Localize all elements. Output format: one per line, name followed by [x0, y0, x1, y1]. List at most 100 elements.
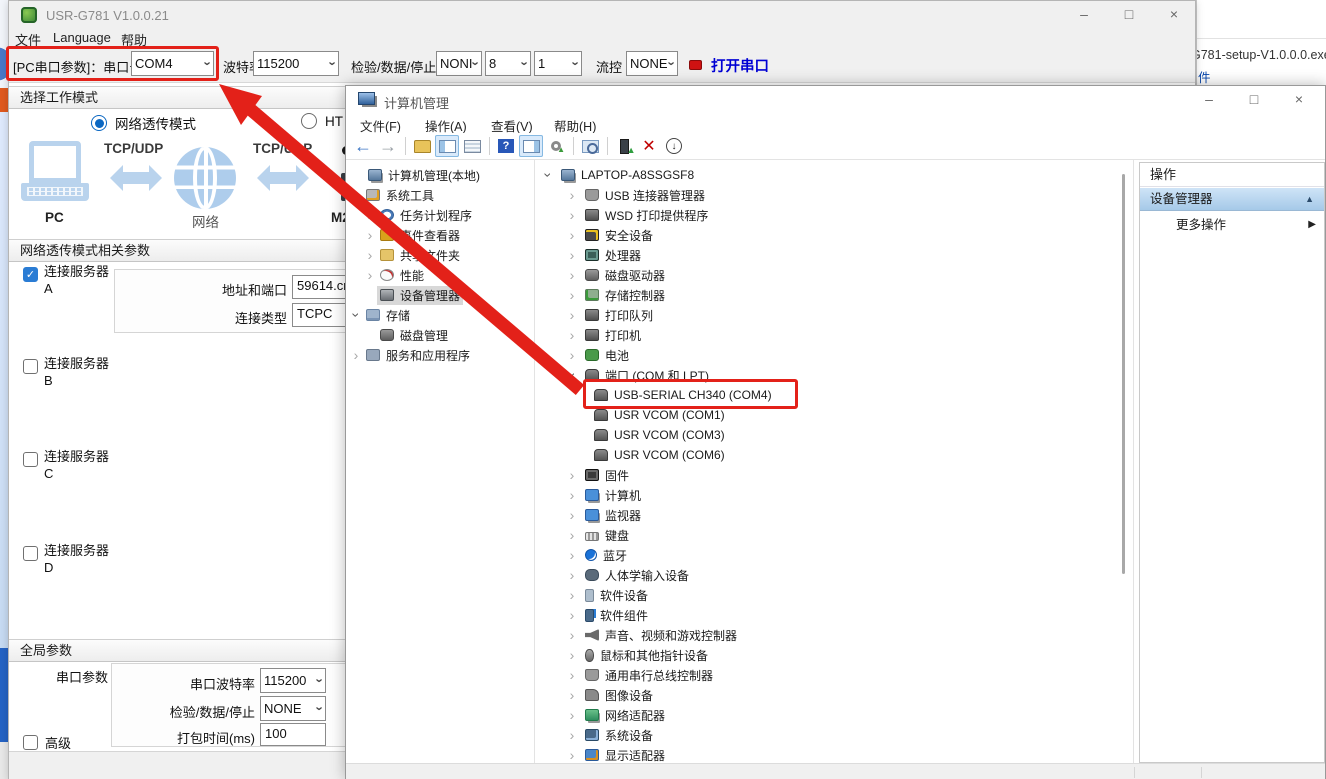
- minimize-button[interactable]: –: [1194, 88, 1224, 110]
- server-d-checkbox-row[interactable]: 连接服务器 D: [23, 538, 113, 580]
- console-tree-button[interactable]: [435, 135, 459, 157]
- com-port-select[interactable]: COM4 ›: [131, 51, 215, 76]
- tree-item[interactable]: 打印机: [562, 325, 644, 345]
- collapse-icon[interactable]: ▲: [1305, 188, 1314, 210]
- baud-select[interactable]: 115200 ›: [253, 51, 340, 76]
- server-b-checkbox-row[interactable]: 连接服务器 B: [23, 351, 113, 393]
- tree-item[interactable]: 鼠标和其他指针设备: [562, 645, 711, 665]
- expand-expander-icon[interactable]: [562, 708, 582, 722]
- usr-menu-item-0[interactable]: 文件: [15, 30, 41, 49]
- tree-item[interactable]: USR VCOM (COM1): [591, 405, 728, 425]
- collapse-expander-icon[interactable]: [538, 168, 558, 182]
- tree-item[interactable]: 设备管理器: [363, 285, 464, 305]
- tree-item[interactable]: WSD 打印提供程序: [562, 205, 711, 225]
- expand-expander-icon[interactable]: [562, 328, 582, 342]
- collapse-expander-icon[interactable]: [562, 368, 582, 382]
- tree-item[interactable]: 人体学输入设备: [562, 565, 692, 585]
- help-button[interactable]: ?: [494, 135, 518, 157]
- parity-select[interactable]: NONI ›: [436, 51, 483, 76]
- expand-expander-icon[interactable]: [562, 568, 582, 582]
- tree-item[interactable]: 固件: [562, 465, 632, 485]
- expand-expander-icon[interactable]: [562, 468, 582, 482]
- tree-item[interactable]: 键盘: [562, 525, 632, 545]
- tree-item[interactable]: 图像设备: [562, 685, 656, 705]
- forward-button[interactable]: →: [376, 135, 400, 157]
- expand-expander-icon[interactable]: [562, 348, 582, 362]
- gear-up-button[interactable]: [544, 135, 568, 157]
- databits-select[interactable]: 8 ›: [485, 51, 532, 76]
- tree-item[interactable]: 安全设备: [562, 225, 656, 245]
- tree-item[interactable]: 性能: [363, 265, 427, 285]
- vertical-scrollbar[interactable]: [1122, 174, 1125, 574]
- pack-time-input[interactable]: 100: [260, 723, 326, 746]
- scan-devices-button[interactable]: [578, 135, 602, 157]
- tree-item[interactable]: 软件设备: [562, 585, 651, 605]
- tree-item[interactable]: USR VCOM (COM3): [591, 425, 728, 445]
- expand-expander-icon[interactable]: [562, 648, 582, 662]
- close-button[interactable]: ×: [1159, 3, 1189, 25]
- tree-item[interactable]: 声音、视频和游戏控制器: [562, 625, 740, 645]
- tree-item[interactable]: USB-SERIAL CH340 (COM4): [591, 385, 775, 405]
- usr-menu-item-2[interactable]: 帮助: [121, 30, 147, 49]
- tree-item[interactable]: 计算机管理(本地): [351, 165, 483, 185]
- expand-expander-icon[interactable]: [562, 608, 582, 622]
- file-link[interactable]: 件: [1198, 67, 1211, 86]
- expand-expander-icon[interactable]: [363, 268, 377, 282]
- tree-item[interactable]: 计算机: [562, 485, 644, 505]
- expand-expander-icon[interactable]: [349, 348, 363, 362]
- expand-expander-icon[interactable]: [562, 728, 582, 742]
- tree-item[interactable]: 蓝牙: [562, 545, 630, 565]
- tree-item[interactable]: 端口 (COM 和 LPT): [562, 365, 712, 385]
- tree-item[interactable]: 处理器: [562, 245, 644, 265]
- back-button[interactable]: ←: [351, 135, 375, 157]
- expand-expander-icon[interactable]: [562, 208, 582, 222]
- global-baud-select[interactable]: 115200 ›: [260, 668, 327, 693]
- expand-expander-icon[interactable]: [562, 688, 582, 702]
- export-folder-button[interactable]: [410, 135, 434, 157]
- global-parity-select[interactable]: NONE ›: [260, 696, 327, 721]
- properties-button[interactable]: [460, 135, 484, 157]
- expand-expander-icon[interactable]: [562, 508, 582, 522]
- tree-item[interactable]: 系统设备: [562, 725, 656, 745]
- tree-item[interactable]: 事件查看器: [363, 225, 463, 245]
- minimize-button[interactable]: –: [1069, 3, 1099, 25]
- server-a-checkbox-row[interactable]: ✓ 连接服务器 A: [23, 259, 113, 301]
- expand-expander-icon[interactable]: [562, 588, 582, 602]
- advanced-checkbox-row[interactable]: 高级: [23, 733, 71, 752]
- tree-item[interactable]: 电池: [562, 345, 632, 365]
- actions-device-manager-section[interactable]: 设备管理器 ▲: [1140, 188, 1324, 211]
- tree-item[interactable]: 服务和应用程序: [349, 345, 473, 365]
- expand-expander-icon[interactable]: [562, 248, 582, 262]
- expand-expander-icon[interactable]: [363, 228, 377, 242]
- expand-expander-icon[interactable]: [562, 308, 582, 322]
- tree-item[interactable]: 存储: [349, 305, 413, 325]
- tree-item[interactable]: USB 连接器管理器: [562, 185, 708, 205]
- expand-expander-icon[interactable]: [562, 188, 582, 202]
- expand-expander-icon[interactable]: [562, 668, 582, 682]
- expand-expander-icon[interactable]: [562, 548, 582, 562]
- expand-expander-icon[interactable]: [363, 208, 377, 222]
- expand-expander-icon[interactable]: [562, 528, 582, 542]
- expand-expander-icon[interactable]: [562, 288, 582, 302]
- tree-item[interactable]: 打印队列: [562, 305, 656, 325]
- maximize-button[interactable]: □: [1114, 3, 1144, 25]
- tree-item[interactable]: 监视器: [562, 505, 644, 525]
- tree-item[interactable]: 存储控制器: [562, 285, 668, 305]
- maximize-button[interactable]: □: [1239, 88, 1269, 110]
- action-pane-button[interactable]: [519, 135, 543, 157]
- update-driver-button[interactable]: [612, 135, 636, 157]
- collapse-expander-icon[interactable]: [349, 308, 363, 322]
- close-button[interactable]: ×: [1284, 88, 1314, 110]
- tree-item[interactable]: 网络适配器: [562, 705, 668, 725]
- expand-expander-icon[interactable]: [562, 748, 582, 762]
- expand-expander-icon[interactable]: [562, 628, 582, 642]
- open-serial-button[interactable]: 打开串口: [711, 55, 769, 76]
- server-c-checkbox-row[interactable]: 连接服务器 C: [23, 444, 113, 486]
- tree-item[interactable]: 共享文件夹: [363, 245, 463, 265]
- uninstall-x-button[interactable]: ✕: [637, 135, 661, 157]
- expand-expander-icon[interactable]: [562, 488, 582, 502]
- tree-item[interactable]: 磁盘驱动器: [562, 265, 668, 285]
- tree-item[interactable]: LAPTOP-A8SSGSF8: [538, 165, 697, 185]
- mode-radio-transparent[interactable]: 网络透传模式: [91, 113, 196, 133]
- stopbits-select[interactable]: 1 ›: [534, 51, 583, 76]
